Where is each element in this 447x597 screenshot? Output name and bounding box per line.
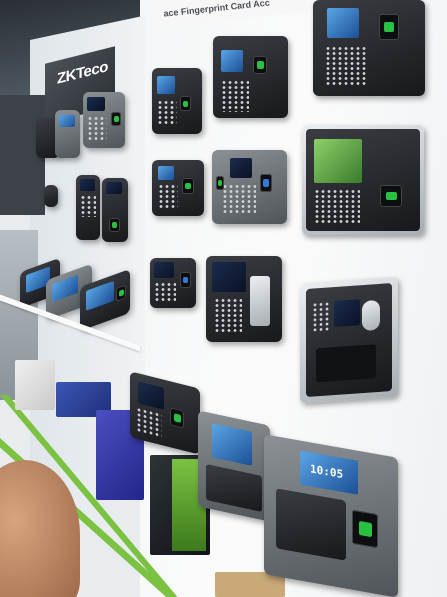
fingerprint-sensor-icon	[260, 174, 272, 192]
device-tiny	[44, 185, 58, 207]
fingerprint-sensor-icon	[180, 96, 191, 111]
terminal-bottom-2	[198, 410, 270, 522]
fingerprint-sensor-icon	[109, 218, 120, 232]
fingerprint-sensor-icon	[216, 176, 224, 190]
terminal-mid-5	[150, 258, 196, 308]
banner-text: ace Fingerprint Card Acc	[162, 0, 271, 19]
fingerprint-sensor-icon	[182, 178, 194, 194]
terminal-large-silver	[302, 125, 424, 235]
terminal-mid-6	[206, 256, 282, 342]
terminal-mid-1	[152, 68, 202, 134]
device-slim-1	[76, 175, 100, 240]
device-small-2	[55, 110, 80, 158]
fingerprint-sensor-icon	[380, 185, 402, 207]
terminal-mid-2	[213, 36, 288, 118]
device-slim-2	[102, 178, 128, 242]
face-recognition-terminal	[300, 276, 398, 404]
device-keypad-left	[83, 92, 125, 148]
fingerprint-sensor-icon	[170, 407, 184, 429]
fingerprint-sensor-icon	[116, 284, 126, 302]
fingerprint-sensor-icon	[180, 272, 191, 288]
terminal-top-right	[313, 0, 425, 96]
store-display-photo: ace Fingerprint Card Acc ZKTeco 10:05	[0, 0, 447, 597]
product-box-white	[15, 360, 55, 410]
clock-readout: 10:05	[310, 462, 344, 482]
terminal-mid-4	[212, 150, 287, 224]
fingerprint-sensor-icon	[379, 14, 399, 40]
fingerprint-sensor-icon	[352, 509, 378, 549]
fingerprint-sensor-icon	[253, 56, 267, 74]
brand-logo: ZKTeco	[57, 58, 108, 88]
terminal-mid-3	[152, 160, 204, 216]
terminal-bottom-clock: 10:05	[264, 434, 398, 597]
fingerprint-sensor-icon	[111, 112, 121, 126]
